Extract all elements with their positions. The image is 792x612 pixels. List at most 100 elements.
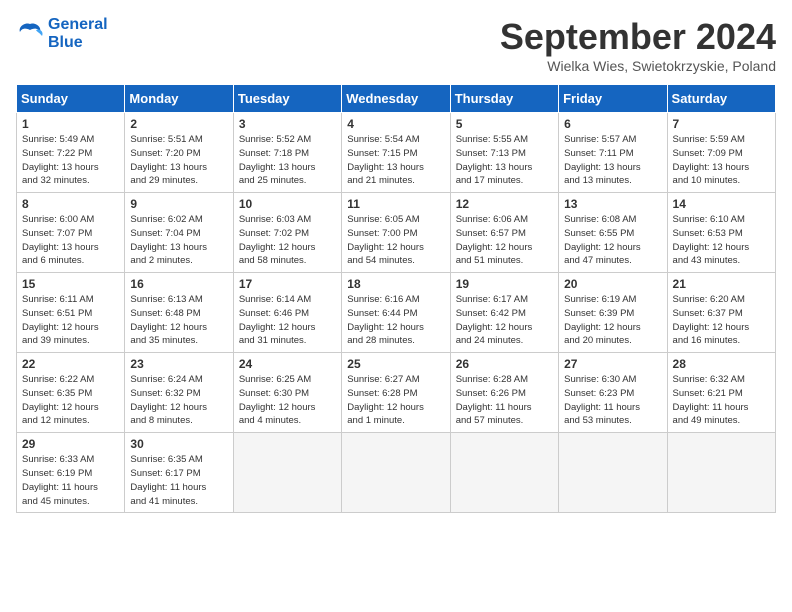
info-line: Sunset: 6:17 PM (130, 468, 200, 479)
day-info: Sunrise: 5:59 AMSunset: 7:09 PMDaylight:… (673, 133, 770, 188)
header-friday: Friday (559, 85, 667, 113)
info-line: and 6 minutes. (22, 255, 84, 266)
info-line: Daylight: 12 hours (673, 322, 750, 333)
info-line: and 49 minutes. (673, 415, 741, 426)
day-info: Sunrise: 6:19 AMSunset: 6:39 PMDaylight:… (564, 293, 661, 348)
table-row: 29Sunrise: 6:33 AMSunset: 6:19 PMDayligh… (17, 433, 125, 513)
table-row: 21Sunrise: 6:20 AMSunset: 6:37 PMDayligh… (667, 273, 775, 353)
info-line: and 41 minutes. (130, 496, 198, 507)
info-line: Sunrise: 6:11 AM (22, 294, 94, 305)
info-line: Sunrise: 5:55 AM (456, 134, 528, 145)
day-number: 17 (239, 277, 336, 291)
info-line: Sunset: 7:18 PM (239, 148, 309, 159)
day-info: Sunrise: 5:49 AMSunset: 7:22 PMDaylight:… (22, 133, 119, 188)
info-line: Daylight: 13 hours (239, 162, 316, 173)
header-wednesday: Wednesday (342, 85, 450, 113)
day-info: Sunrise: 6:02 AMSunset: 7:04 PMDaylight:… (130, 213, 227, 268)
info-line: Daylight: 13 hours (130, 242, 207, 253)
day-info: Sunrise: 6:16 AMSunset: 6:44 PMDaylight:… (347, 293, 444, 348)
info-line: Sunrise: 5:54 AM (347, 134, 419, 145)
info-line: Sunrise: 6:19 AM (564, 294, 636, 305)
table-row: 23Sunrise: 6:24 AMSunset: 6:32 PMDayligh… (125, 353, 233, 433)
table-row: 7 Sunrise: 5:59 AMSunset: 7:09 PMDaylight… (667, 113, 775, 193)
info-line: and 43 minutes. (673, 255, 741, 266)
table-row: 18 Sunrise: 6:16 AMSunset: 6:44 PMDayligh… (342, 273, 450, 353)
day-number: 18 (347, 277, 444, 291)
info-line: Sunrise: 6:13 AM (130, 294, 202, 305)
info-line: Daylight: 12 hours (564, 242, 641, 253)
day-number: 7 (673, 117, 770, 131)
info-line: Sunset: 6:42 PM (456, 308, 526, 319)
info-line: Daylight: 11 hours (22, 482, 98, 493)
info-line: Sunset: 6:28 PM (347, 388, 417, 399)
day-number: 28 (673, 357, 770, 371)
day-number: 11 (347, 197, 444, 211)
info-line: Sunrise: 6:33 AM (22, 454, 94, 465)
info-line: Sunrise: 6:17 AM (456, 294, 528, 305)
info-line: Sunrise: 6:24 AM (130, 374, 202, 385)
info-line: Daylight: 12 hours (239, 242, 316, 253)
info-line: Daylight: 11 hours (130, 482, 206, 493)
info-line: and 4 minutes. (239, 415, 301, 426)
info-line: Daylight: 13 hours (564, 162, 641, 173)
info-line: and 31 minutes. (239, 335, 307, 346)
info-line: Daylight: 13 hours (456, 162, 533, 173)
info-line: Sunrise: 6:27 AM (347, 374, 419, 385)
table-row: 2Sunrise: 5:51 AMSunset: 7:20 PMDaylight… (125, 113, 233, 193)
info-line: Daylight: 12 hours (347, 402, 424, 413)
month-title: September 2024 (500, 16, 776, 58)
info-line: Sunrise: 5:49 AM (22, 134, 94, 145)
day-number: 22 (22, 357, 119, 371)
table-row: 25 Sunrise: 6:27 AM Sunset: 6:28 PM Dayligh… (342, 353, 450, 433)
info-line: Daylight: 12 hours (347, 322, 424, 333)
info-line: Sunset: 7:04 PM (130, 228, 200, 239)
info-line: Sunset: 6:26 PM (456, 388, 526, 399)
table-row: 15Sunrise: 6:11 AMSunset: 6:51 PMDayligh… (17, 273, 125, 353)
info-line: Sunrise: 6:28 AM (456, 374, 528, 385)
header-sunday: Sunday (17, 85, 125, 113)
table-row: 8Sunrise: 6:00 AMSunset: 7:07 PMDaylight… (17, 193, 125, 273)
info-line: Sunrise: 6:35 AM (130, 454, 202, 465)
info-line: Sunrise: 6:03 AM (239, 214, 311, 225)
info-line: Sunset: 7:13 PM (456, 148, 526, 159)
table-row: 19Sunrise: 6:17 AMSunset: 6:42 PMDayligh… (450, 273, 558, 353)
info-line: Sunrise: 6:20 AM (673, 294, 745, 305)
day-info: Sunrise: 6:10 AMSunset: 6:53 PMDaylight:… (673, 213, 770, 268)
table-row: 11Sunrise: 6:05 AMSunset: 7:00 PMDayligh… (342, 193, 450, 273)
header-thursday: Thursday (450, 85, 558, 113)
info-line: Sunset: 6:51 PM (22, 308, 92, 319)
info-line: Daylight: 12 hours (456, 322, 533, 333)
info-line: Daylight: 12 hours (673, 242, 750, 253)
info-line: and 8 minutes. (130, 415, 192, 426)
day-number: 30 (130, 437, 227, 451)
info-line: Sunrise: 6:16 AM (347, 294, 419, 305)
info-line: Sunset: 6:21 PM (673, 388, 743, 399)
info-line: Sunset: 7:09 PM (673, 148, 743, 159)
day-info: Sunrise: 6:08 AMSunset: 6:55 PMDaylight:… (564, 213, 661, 268)
info-line: Daylight: 12 hours (347, 242, 424, 253)
info-line: Sunset: 7:20 PM (130, 148, 200, 159)
day-info: Sunrise: 6:25 AMSunset: 6:30 PMDaylight:… (239, 373, 336, 428)
info-line: Daylight: 13 hours (22, 162, 99, 173)
table-row: 28Sunrise: 6:32 AMSunset: 6:21 PMDayligh… (667, 353, 775, 433)
day-number: 3 (239, 117, 336, 131)
info-line: and 24 minutes. (456, 335, 524, 346)
info-line: Sunrise: 5:52 AM (239, 134, 311, 145)
info-line: Sunrise: 6:10 AM (673, 214, 745, 225)
info-line: Sunset: 6:46 PM (239, 308, 309, 319)
info-line: Sunset: 7:02 PM (239, 228, 309, 239)
day-number: 25 (347, 357, 444, 371)
logo-text: General Blue (48, 16, 108, 51)
info-line: Sunrise: 5:57 AM (564, 134, 636, 145)
table-row: 30 Sunrise: 6:35 AM Sunset: 6:17 PM Dayligh… (125, 433, 233, 513)
day-number: 21 (673, 277, 770, 291)
info-line: and 45 minutes. (22, 496, 90, 507)
info-line: Sunset: 7:11 PM (564, 148, 634, 159)
info-line: Daylight: 12 hours (130, 322, 207, 333)
info-line: Sunset: 6:32 PM (130, 388, 200, 399)
info-line: Sunrise: 5:51 AM (130, 134, 202, 145)
day-info: Sunrise: 6:24 AMSunset: 6:32 PMDaylight:… (130, 373, 227, 428)
header-saturday: Saturday (667, 85, 775, 113)
info-line: and 20 minutes. (564, 335, 632, 346)
day-info: Sunrise: 6:14 AMSunset: 6:46 PMDaylight:… (239, 293, 336, 348)
